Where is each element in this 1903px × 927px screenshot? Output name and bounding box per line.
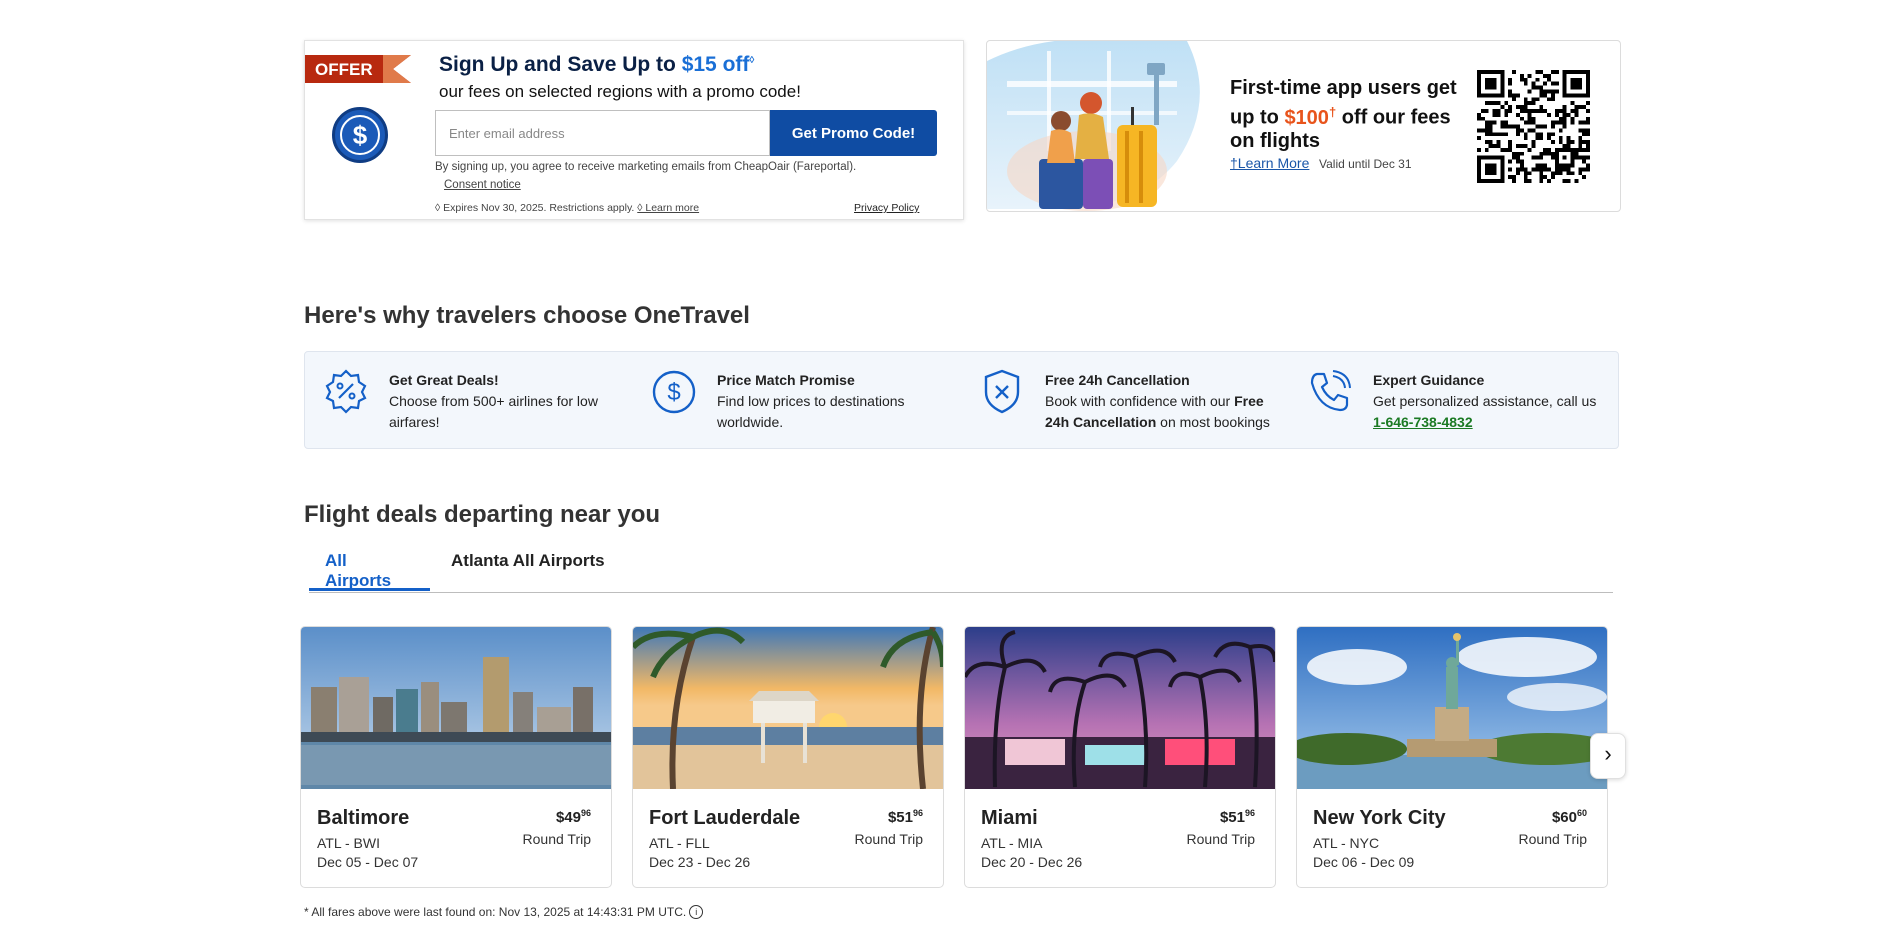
deal-city: Fort Lauderdale [649, 807, 801, 829]
deal-trip-type: Round Trip [1518, 831, 1587, 847]
traveler-illustration [987, 41, 1200, 211]
deal-dates: Dec 20 - Dec 26 [981, 854, 1083, 870]
deal-city: New York City [1313, 807, 1446, 829]
why-section-title: Here's why travelers choose OneTravel [304, 302, 750, 329]
deal-price: $5196 [887, 808, 923, 826]
deal-dates: Dec 06 - Dec 09 [1313, 854, 1415, 870]
promo-card: OFFER $ Sign Up and Save Up to $15 off◊ … [304, 40, 964, 220]
tab-atlanta-all-airports[interactable]: Atlanta All Airports [435, 551, 621, 591]
privacy-policy-link[interactable]: Privacy Policy [854, 202, 919, 214]
promo-learn-more-link[interactable]: ◊ Learn more [637, 202, 699, 214]
deal-card-miami[interactable]: Miami ATL - MIA Dec 20 - Dec 26 $5196 Ro… [964, 626, 1276, 888]
deal-card-fort-lauderdale[interactable]: Fort Lauderdale ATL - FLL Dec 23 - Dec 2… [632, 626, 944, 888]
deal-city: Baltimore [317, 807, 410, 829]
statue-of-liberty-image [1297, 627, 1607, 789]
expiry-note: ◊ Expires Nov 30, 2025. Restrictions app… [435, 202, 700, 214]
airport-tabs: All Airports Atlanta All Airports [309, 540, 1613, 593]
consent-notice-link[interactable]: Consent notice [444, 179, 521, 191]
feature-text: Find low prices to destinations worldwid… [717, 393, 905, 430]
deal-price: $5196 [1219, 808, 1255, 826]
discount-badge-icon [325, 369, 367, 414]
feature-heading: Free 24h Cancellation [1045, 372, 1190, 388]
deal-city: Miami [981, 807, 1038, 829]
feature-heading: Price Match Promise [717, 372, 855, 388]
deal-card-baltimore[interactable]: Baltimore ATL - BWI Dec 05 - Dec 07 $499… [300, 626, 612, 888]
promo-subtitle: our fees on selected regions with a prom… [439, 82, 801, 101]
phone-number-link[interactable]: 1-646-738-4832 [1373, 414, 1473, 430]
app-learn-more-link[interactable]: †Learn More [1230, 155, 1309, 171]
deal-price: $4996 [555, 808, 591, 826]
why-features-box: Get Great Deals! Choose from 500+ airlin… [304, 351, 1619, 449]
miami-palms-image [965, 627, 1275, 789]
dollar-circle-icon: $ [652, 370, 696, 414]
get-promo-code-button[interactable]: Get Promo Code! [770, 110, 937, 156]
deal-route: ATL - MIA [981, 835, 1043, 851]
chevron-right-icon: › [1604, 741, 1612, 766]
app-promo-card: First-time app users get up to $100† off… [986, 40, 1621, 212]
app-promo-title: First-time app users get up to $100† off… [1230, 77, 1457, 152]
feature-text: Choose from 500+ airlines for low airfar… [389, 393, 598, 430]
offer-badge: OFFER [315, 60, 373, 79]
feature-heading: Expert Guidance [1373, 372, 1485, 388]
fort-lauderdale-beach-image [633, 627, 943, 789]
deal-route: ATL - BWI [317, 835, 380, 851]
signup-disclaimer: By signing up, you agree to receive mark… [435, 161, 857, 173]
feature-heading: Get Great Deals! [389, 372, 499, 388]
valid-until-text: Valid until Dec 31 [1319, 157, 1412, 171]
deal-route: ATL - FLL [649, 835, 710, 851]
tab-all-airports[interactable]: All Airports [309, 551, 430, 591]
dollar-icon: $ [332, 107, 388, 163]
deal-dates: Dec 23 - Dec 26 [649, 854, 751, 870]
fares-footnote: * All fares above were last found on: No… [304, 905, 704, 919]
deal-price: $6060 [1551, 808, 1587, 826]
deal-dates: Dec 05 - Dec 07 [317, 854, 419, 870]
info-icon[interactable]: i [689, 905, 704, 919]
carousel-next-button[interactable]: › [1590, 733, 1626, 779]
deal-card-new-york-city[interactable]: New York City ATL - NYC Dec 06 - Dec 09 … [1296, 626, 1608, 888]
qr-code[interactable] [1477, 70, 1590, 183]
shield-x-icon [984, 369, 1020, 414]
email-input[interactable] [435, 110, 770, 156]
svg-text:$: $ [667, 379, 680, 406]
deal-trip-type: Round Trip [1186, 831, 1255, 847]
deal-route: ATL - NYC [1313, 835, 1380, 851]
phone-icon [1310, 370, 1351, 412]
deals-section-title: Flight deals departing near you [304, 501, 661, 528]
deal-trip-type: Round Trip [522, 831, 591, 847]
baltimore-skyline-image [301, 627, 611, 789]
deal-trip-type: Round Trip [854, 831, 923, 847]
promo-title: Sign Up and Save Up to $15 off◊ [439, 53, 755, 76]
